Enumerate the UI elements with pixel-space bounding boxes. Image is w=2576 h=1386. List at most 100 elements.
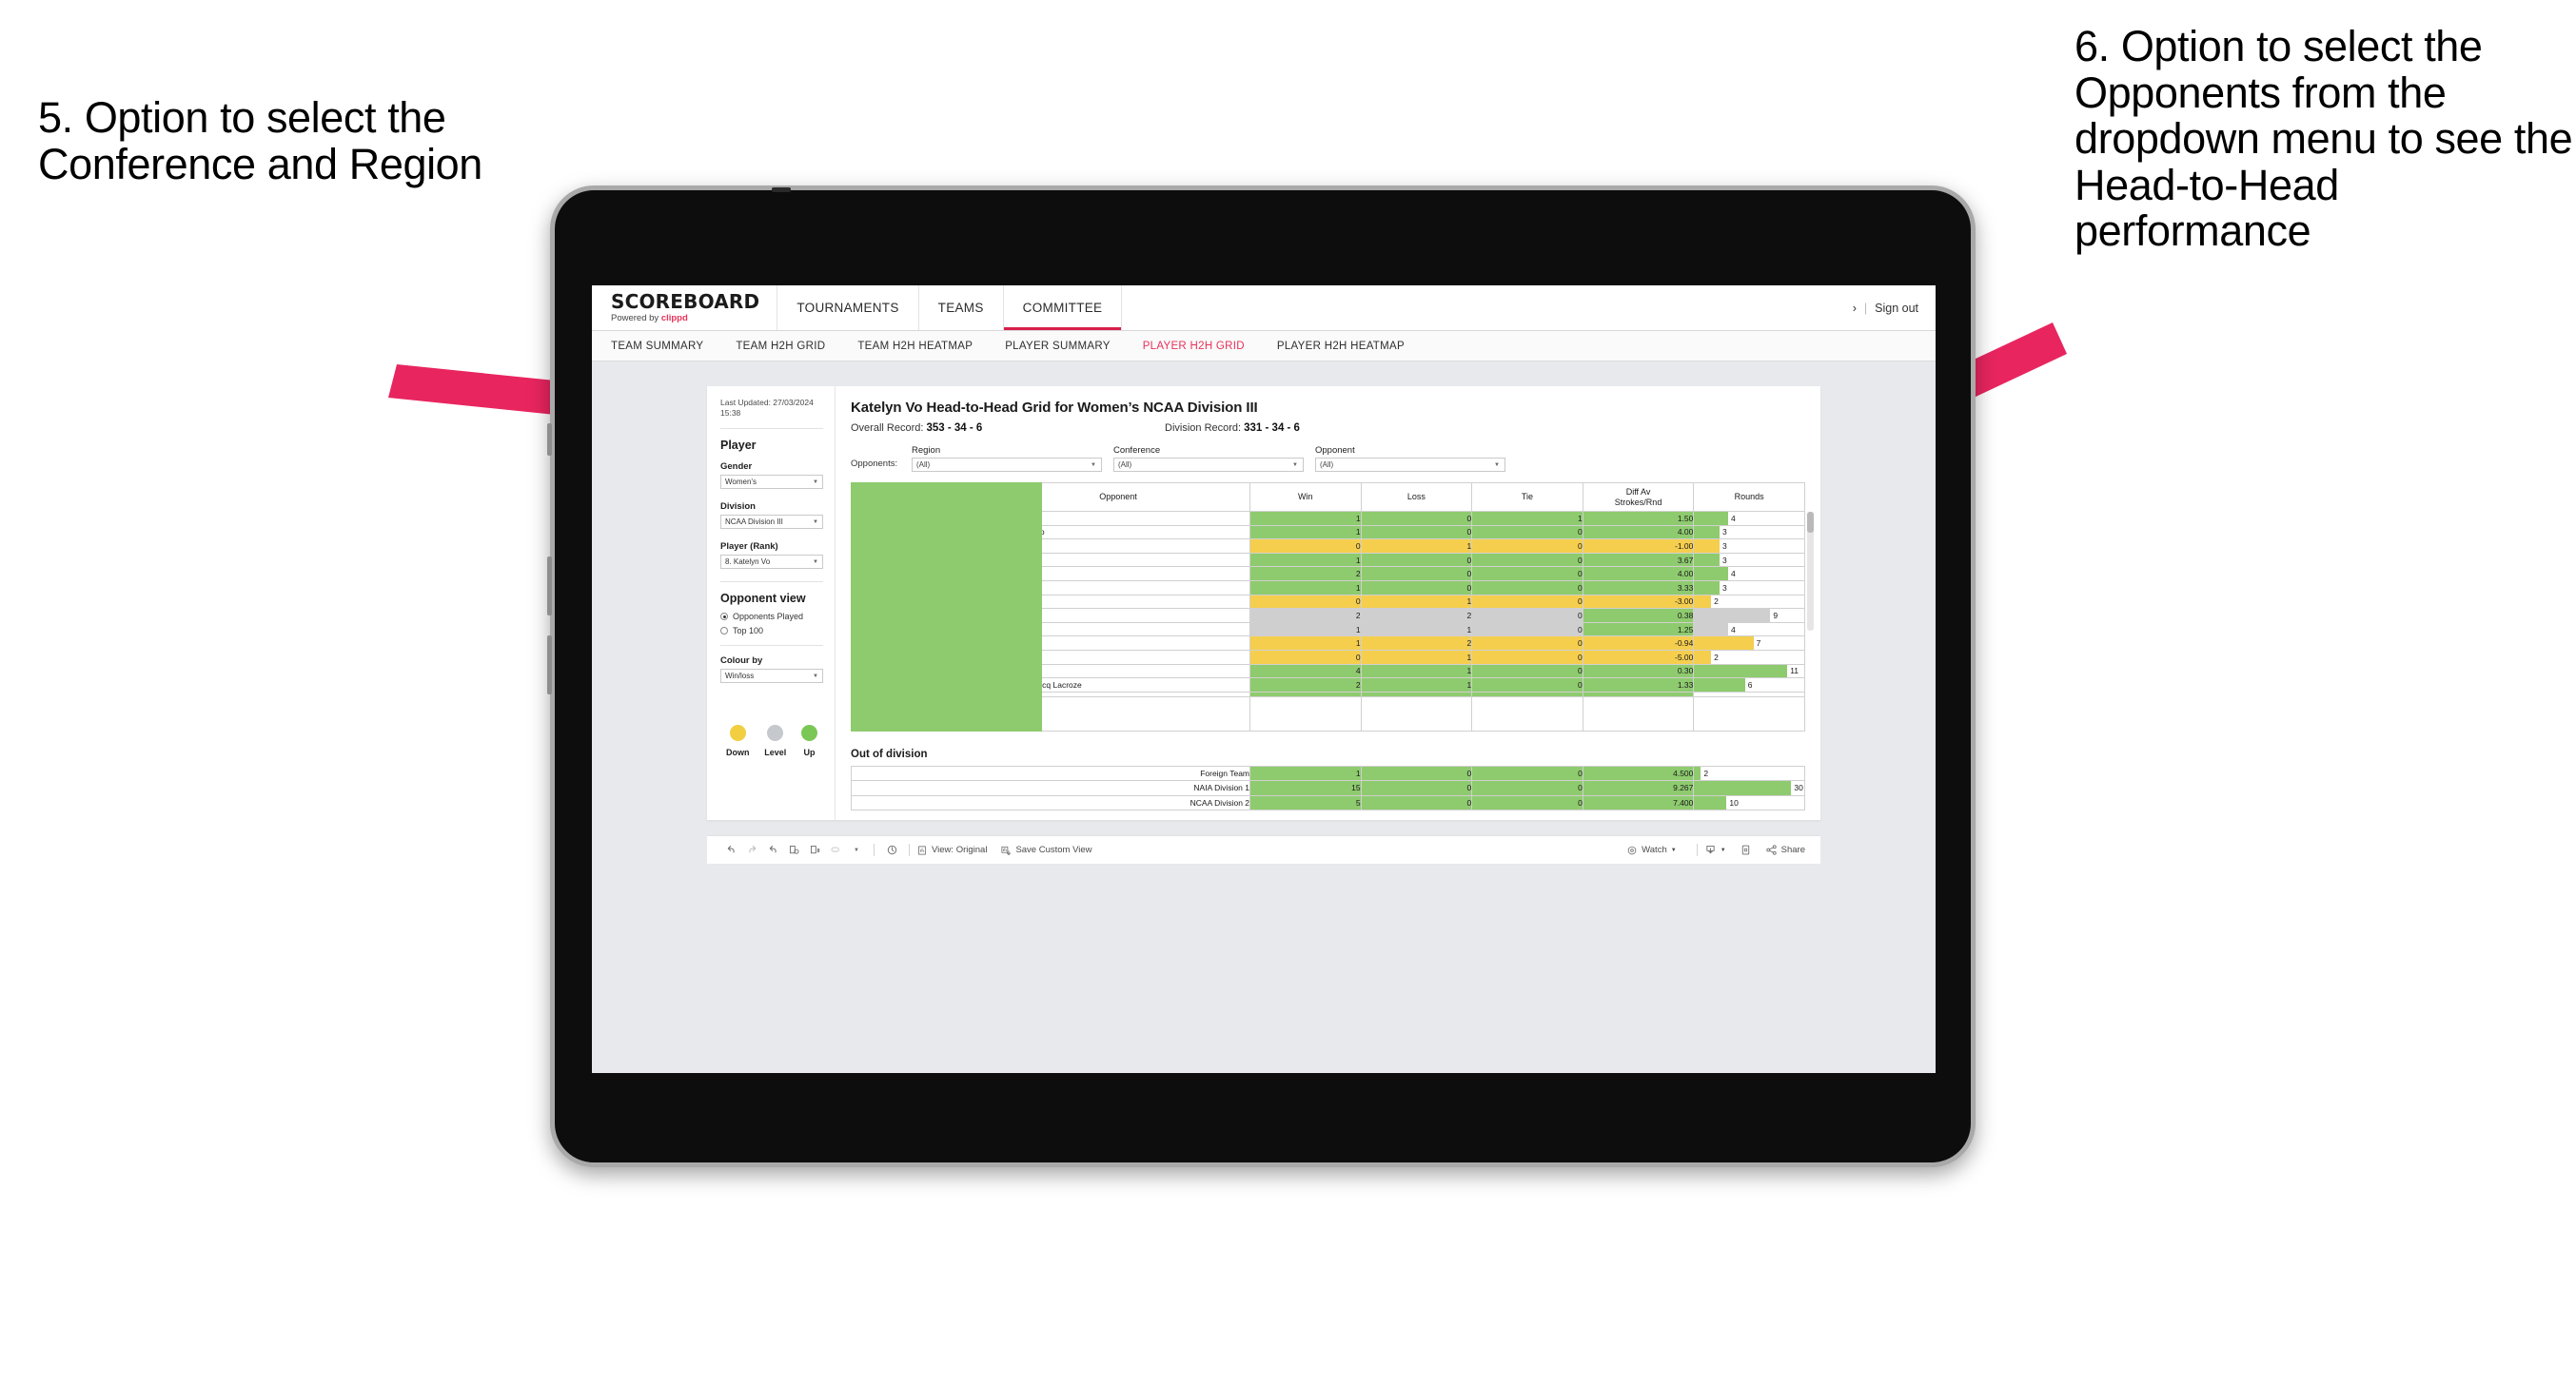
out-of-division-row[interactable]: Foreign Team 1 0 0 4.500 2: [850, 765, 1805, 782]
divider: [874, 844, 875, 857]
chevron-down-icon: ▼: [1091, 461, 1096, 468]
toolbar-right: Watch ▼ ▼ Share: [1626, 844, 1820, 857]
opponent-select[interactable]: (All) ▼: [1315, 458, 1505, 472]
subnav-team-h2h-heatmap[interactable]: TEAM H2H HEATMAP: [857, 341, 989, 352]
save-custom-view-label: Save Custom View: [1015, 845, 1092, 856]
chevron-down-icon: ▼: [1292, 461, 1298, 468]
tablet-volume-up-button: [547, 556, 552, 615]
colour-by-label: Colour by: [720, 655, 763, 667]
player-rank-select[interactable]: 8. Katelyn Vo ▼: [720, 555, 823, 570]
fullscreen-button[interactable]: [1740, 844, 1752, 856]
grid-scroll-thumb[interactable]: [1807, 512, 1814, 533]
presentation-icon[interactable]: [825, 844, 846, 856]
column-header-8[interactable]: Rounds: [1693, 482, 1805, 512]
legend-label: Up: [803, 748, 816, 758]
workspace: Last Updated: 27/03/2024 15:38 Player Ge…: [592, 361, 1936, 865]
brand-logo[interactable]: SCOREBOARD Powered by clippd: [592, 285, 778, 330]
column-header-5[interactable]: Loss: [1360, 482, 1473, 512]
region-value: (All): [916, 460, 931, 469]
cell-rounds: 3: [1693, 579, 1805, 595]
topnav-tournaments[interactable]: TOURNAMENTS: [777, 285, 919, 330]
out-of-division-row[interactable]: NCAA Division 2 5 0 0 7.400 10: [850, 794, 1805, 811]
subnav-player-h2h-grid[interactable]: PLAYER H2H GRID: [1143, 341, 1261, 352]
opponent-view-heading: Opponent view: [720, 592, 806, 606]
chevron-down-icon: ▼: [1670, 847, 1677, 853]
cell-win: 1: [1249, 552, 1362, 568]
chevron-down-icon: ▼: [1494, 461, 1500, 468]
radio-top-100[interactable]: Top 100: [720, 626, 823, 635]
view-original-label: View: Original: [932, 845, 988, 856]
app-header: SCOREBOARD Powered by clippd TOURNAMENTS…: [592, 285, 1936, 331]
cell-loss: 1: [1360, 621, 1473, 637]
undo-icon[interactable]: [720, 844, 741, 856]
cell-tie: 0: [1471, 635, 1583, 651]
sidebar-player-heading: Player: [720, 439, 757, 453]
grid-scrollbar[interactable]: [1807, 512, 1814, 631]
subnav-team-summary[interactable]: TEAM SUMMARY: [611, 341, 719, 352]
watch-label: Watch: [1642, 845, 1667, 856]
column-header-6[interactable]: Tie: [1471, 482, 1583, 512]
share-button[interactable]: Share: [1765, 844, 1805, 856]
cell-rounds: 3: [1693, 552, 1805, 568]
column-header-7[interactable]: Diff Av Strokes/Rnd: [1582, 482, 1695, 512]
radio-opponents-played[interactable]: Opponents Played: [720, 612, 823, 621]
cell-diff: 4.00: [1582, 566, 1695, 581]
region-select[interactable]: (All) ▼: [912, 458, 1102, 472]
last-updated-text: Last Updated: 27/03/2024 15:38: [720, 398, 814, 419]
cell-diff: 1.25: [1582, 621, 1695, 637]
pause-auto-update-icon[interactable]: [881, 844, 902, 856]
radio-icon: [720, 613, 728, 621]
sign-out-link[interactable]: Sign out: [1875, 302, 1918, 315]
cell-rounds: 6: [1693, 677, 1805, 693]
legend-dot-icon: [729, 725, 746, 742]
division-select[interactable]: NCAA Division III ▼: [720, 515, 823, 530]
cell-loss: 1: [1360, 538, 1473, 554]
cell-rounds: 3: [1693, 538, 1805, 554]
page-title: Katelyn Vo Head-to-Head Grid for Women’s…: [851, 400, 1258, 416]
cell-tie: 0: [1471, 524, 1583, 540]
division-value: NCAA Division III: [725, 517, 783, 527]
subnav-team-h2h-grid[interactable]: TEAM H2H GRID: [736, 341, 841, 352]
refresh-icon[interactable]: [783, 844, 804, 856]
cell-diff: 0.30: [1582, 663, 1695, 679]
topnav-committee[interactable]: COMMITTEE: [1003, 285, 1123, 330]
revert-icon[interactable]: [762, 844, 783, 856]
cell-win: 2: [1249, 608, 1362, 623]
column-header-4[interactable]: Win: [1249, 482, 1362, 512]
redo-icon[interactable]: [741, 844, 762, 856]
legend-label: Down: [726, 748, 750, 758]
chevron-down-icon[interactable]: ▼: [846, 848, 867, 853]
region-label: Region: [912, 445, 941, 456]
colour-by-select[interactable]: Win/loss ▼: [720, 669, 823, 684]
out-of-division-body: Foreign Team 1 0 0 4.500 2 NAIA Division 1 15 0 0…: [850, 765, 1805, 811]
player-rank-label: Player (Rank): [720, 541, 778, 553]
save-custom-view-button[interactable]: Save Custom View: [1000, 845, 1092, 856]
overall-record-value: 353 - 34 - 6: [926, 422, 983, 434]
watch-button[interactable]: Watch ▼: [1626, 845, 1677, 856]
subnav-player-h2h-heatmap[interactable]: PLAYER H2H HEATMAP: [1277, 341, 1421, 352]
pause-icon[interactable]: [804, 844, 825, 856]
topnav-teams[interactable]: TEAMS: [919, 285, 1004, 330]
cell-rounds: 30: [1693, 780, 1805, 796]
cell-rounds: 11: [1693, 663, 1805, 679]
out-of-division-row[interactable]: NAIA Division 1 15 0 0 9.267 30: [850, 780, 1805, 796]
cell-diff: 7.400: [1582, 794, 1695, 811]
cell-diff: 1.50: [1582, 511, 1695, 526]
gender-select[interactable]: Women’s ▼: [720, 475, 823, 490]
cell-loss: 1: [1360, 649, 1473, 665]
cell-tie: 0: [1471, 566, 1583, 581]
cell-loss: 0: [1360, 780, 1473, 796]
cell-diff: -5.00: [1582, 649, 1695, 665]
conference-select[interactable]: (All) ▼: [1113, 458, 1304, 472]
opponent-value: (All): [1320, 460, 1334, 469]
cell-win: 1: [1249, 524, 1362, 540]
annotation-right: 6. Option to select the Opponents from t…: [2075, 22, 2573, 256]
download-button[interactable]: ▼: [1704, 844, 1726, 856]
annotation-left: 5. Option to select the Conference and R…: [38, 93, 482, 188]
cell-rounds: 9: [1693, 608, 1805, 623]
subnav-player-summary[interactable]: PLAYER SUMMARY: [1005, 341, 1127, 352]
gender-label: Gender: [720, 461, 753, 473]
chevron-right-icon[interactable]: ›: [1853, 302, 1857, 315]
brand-powered-prefix: Powered by: [611, 313, 661, 323]
view-original-button[interactable]: View: Original: [916, 845, 987, 856]
